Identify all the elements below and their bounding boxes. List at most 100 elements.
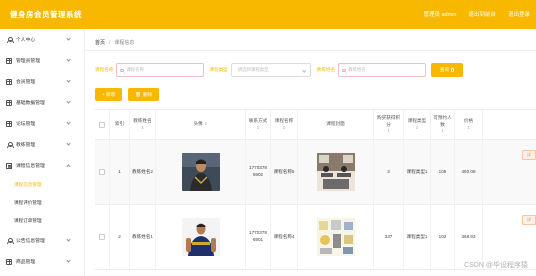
sidebar-item-forum[interactable]: 论坛管理 (0, 113, 84, 134)
sidebar-item-personal-center[interactable]: 个人中心 (0, 29, 84, 50)
delete-button[interactable]: 🗑 删除 (128, 88, 160, 101)
search-icon (451, 68, 455, 72)
top-bar: 健身房会员管理系统 管理员 admin 退出到前台 退出登录 (0, 0, 536, 29)
coach-avatar-image (181, 153, 220, 191)
cell-avatar (156, 205, 246, 269)
cell-course-name: 课程名称5 (271, 140, 298, 204)
detail-button[interactable]: 详 (522, 150, 536, 160)
chevron-down-icon (66, 36, 71, 41)
breadcrumb-home[interactable]: 首页 (95, 40, 105, 46)
cell-capacity: 102 (431, 205, 455, 269)
table-header: 索引 教练姓名 ⇕ 头像 ⇕ 联系方式 ⇕ 课程名称 ⇕ 课程封面 购买获得积分 ⇕ 课… (95, 110, 536, 140)
grid-icon (6, 78, 12, 85)
course-cover-image (316, 218, 355, 256)
header-label: 索引 (114, 121, 125, 127)
header-label: 可预约人数 (433, 114, 452, 127)
header-operations (483, 110, 536, 139)
row-checkbox[interactable] (99, 234, 105, 240)
grid-icon (6, 99, 12, 106)
sidebar-item-label: 个人中心 (16, 38, 36, 43)
sidebar-item-label: 课程信息管理 (16, 164, 45, 169)
sort-icon: ⇕ (466, 124, 471, 130)
admin-user-link[interactable]: 管理员 admin (423, 10, 456, 18)
course-type-placeholder: 请选择课程类型 (237, 67, 269, 72)
table-row: 1 教练姓名2 17703786902 课程名称5 3 课程类型1 105 46… (95, 140, 536, 205)
cell-phone: 17703786901 (246, 205, 271, 269)
app-title: 健身房会员管理系统 (10, 10, 82, 19)
chevron-up-icon (66, 164, 71, 169)
detail-button[interactable]: 详 (522, 215, 536, 225)
front-page-link[interactable]: 退出到前台 (468, 10, 496, 18)
main-content: 首页 / 课程信息 课程名称 课程名称 课程类型 请选择课程类型 教练姓名 教练姓名… (85, 29, 536, 276)
action-bar: + 新增 🗑 删除 (95, 88, 160, 101)
cell-course-name: 课程名称4 (271, 205, 298, 269)
header-price[interactable]: 价格 ⇕ (455, 110, 483, 139)
header-phone[interactable]: 联系方式 ⇕ (246, 110, 271, 139)
header-points[interactable]: 购买获得积分 ⇕ (374, 110, 404, 139)
sidebar-item-label: 基础数据管理 (16, 101, 45, 106)
header-label: 价格 (463, 118, 474, 124)
course-name-placeholder: 课程名称 (126, 67, 144, 72)
course-type-select[interactable]: 请选择课程类型 (230, 63, 311, 77)
top-links: 管理员 admin 退出到前台 退出登录 (423, 10, 530, 18)
sidebar-item-coaches[interactable]: 教练管理 (0, 134, 84, 155)
search-button[interactable]: 查询 (431, 63, 464, 77)
coach-name-input[interactable]: 教练姓名 (338, 63, 427, 77)
coach-avatar-image (181, 218, 220, 256)
course-name-input[interactable]: 课程名称 (116, 63, 205, 77)
coach-name-label: 教练姓名 (316, 67, 336, 72)
delete-button-label: 删除 (143, 91, 153, 97)
chevron-down-icon (66, 141, 71, 146)
header-label: 教练姓名 (133, 118, 152, 124)
header-course-cover: 课程封面 (298, 110, 374, 139)
course-cover-image (316, 153, 355, 191)
sidebar-item-members[interactable]: 会员管理 (0, 71, 84, 92)
sidebar-item-label: 公告信息管理 (16, 239, 45, 244)
breadcrumb-separator: / (109, 40, 111, 46)
header-capacity[interactable]: 可预约人数 ⇕ (431, 110, 455, 139)
header-course-type[interactable]: 课程类型 ⇕ (404, 110, 431, 139)
sidebar-item-label: 论坛管理 (16, 122, 36, 127)
sort-icon: ⇕ (256, 124, 260, 130)
sort-icon: ⇕ (386, 128, 391, 134)
sidebar-item-products[interactable]: 商品管理 (0, 251, 84, 272)
chevron-down-icon (66, 237, 71, 242)
cell-phone: 17703786902 (246, 140, 271, 204)
search-icon (120, 68, 124, 73)
cell-course-type: 课程类型1 (404, 140, 431, 204)
logout-link[interactable]: 退出登录 (508, 10, 530, 18)
header-index: 索引 (110, 110, 130, 139)
cell-index: 1 (110, 140, 130, 204)
grid-icon (6, 258, 12, 265)
select-all-checkbox[interactable] (99, 121, 105, 128)
user-icon (6, 36, 14, 44)
chevron-down-icon (66, 120, 71, 125)
sidebar-subitem-course-reviews[interactable]: 课程评价管理 (0, 194, 84, 212)
cell-capacity: 105 (431, 140, 455, 204)
header-label: 课程类型 (407, 118, 427, 124)
sidebar-item-admin[interactable]: 管理员管理 (0, 50, 84, 71)
add-button[interactable]: + 新增 (95, 88, 123, 101)
sidebar-item-base-data[interactable]: 基础数据管理 (0, 92, 84, 113)
chevron-down-icon (66, 258, 71, 263)
sort-icon: ⇕ (140, 124, 145, 130)
sidebar-subitem-course-orders[interactable]: 课程订单管理 (0, 212, 84, 230)
sort-icon: ⇕ (415, 124, 419, 130)
grid-icon (6, 120, 12, 127)
sidebar-item-announcements[interactable]: 公告信息管理 (0, 230, 84, 251)
sidebar-item-courses[interactable]: 课程信息管理 (0, 155, 84, 176)
sidebar-item-label: 商品管理 (16, 260, 36, 265)
sort-icon: ⇕ (440, 128, 445, 134)
row-checkbox-cell (95, 205, 110, 269)
sidebar-subitem-course-info[interactable]: 课程信息管理 (0, 176, 84, 194)
header-course-name[interactable]: 课程名称 ⇕ (271, 110, 298, 139)
user-icon (6, 237, 14, 245)
cell-avatar (156, 140, 246, 204)
cell-course-cover (298, 140, 374, 204)
header-coach-name[interactable]: 教练姓名 ⇕ (130, 110, 156, 139)
sidebar-item-label: 会员管理 (16, 80, 36, 85)
row-checkbox[interactable] (99, 169, 105, 175)
header-label: 购买获得积分 (377, 114, 400, 127)
divider (85, 50, 536, 51)
header-avatar[interactable]: 头像 ⇕ (156, 110, 246, 139)
